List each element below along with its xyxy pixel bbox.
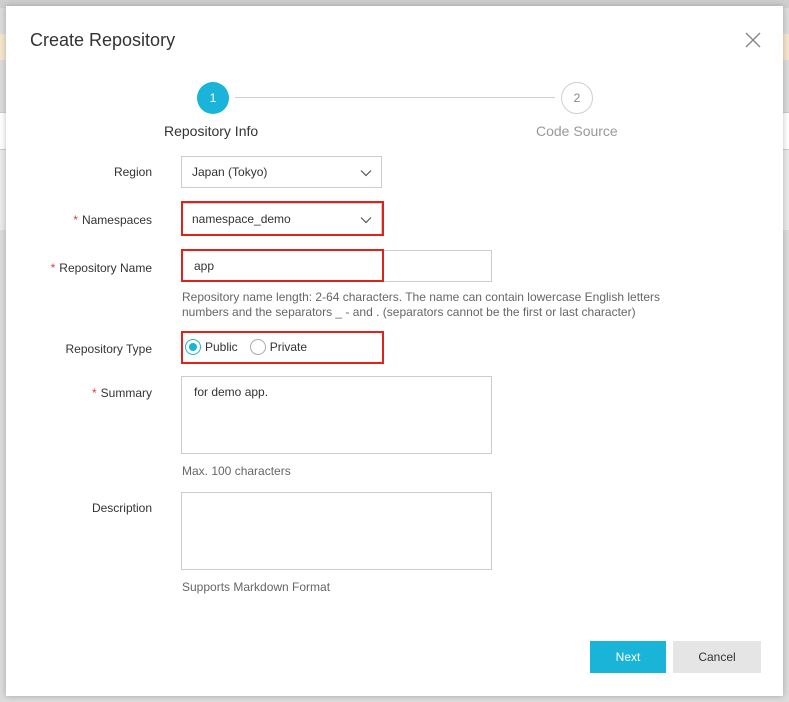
step-1-label: Repository Info — [164, 123, 259, 139]
create-repository-dialog: Create Repository 1 2 Repository Info Co… — [6, 6, 783, 696]
background-panel-right — [783, 150, 789, 230]
next-button[interactable]: Next — [590, 641, 666, 673]
description-help: Supports Markdown Format — [182, 580, 331, 594]
description-label: Description — [91, 501, 152, 515]
repository-name-label: * Repository Name — [50, 261, 152, 275]
chevron-down-icon — [360, 217, 372, 224]
radio-button-public[interactable] — [185, 339, 201, 355]
close-icon — [745, 32, 761, 48]
region-select[interactable]: Japan (Tokyo) — [181, 156, 382, 188]
dialog-title: Create Repository — [30, 30, 176, 50]
namespaces-select[interactable]: namespace_demo — [181, 203, 382, 235]
required-mark: * — [91, 386, 97, 400]
radio-private-label: Private — [269, 340, 308, 354]
summary-help: Max. 100 characters — [182, 464, 291, 478]
step-2-label: Code Source — [536, 123, 618, 139]
repository-type-radio-group: Public Private — [185, 339, 319, 355]
step-1-indicator: 1 — [197, 82, 229, 114]
required-mark: * — [50, 261, 56, 275]
repository-name-help: Repository name length: 2-64 characters.… — [182, 290, 661, 319]
step-connector — [235, 97, 555, 98]
summary-label: * Summary — [91, 386, 152, 400]
region-label: Region — [113, 165, 152, 179]
description-textarea[interactable] — [181, 492, 492, 570]
summary-textarea[interactable]: for demo app. — [181, 376, 492, 454]
repository-type-label: Repository Type — [65, 342, 153, 356]
close-button[interactable] — [743, 30, 763, 50]
required-mark: * — [73, 213, 78, 227]
cancel-button[interactable]: Cancel — [673, 641, 761, 673]
repository-name-value: app — [194, 259, 215, 273]
chevron-down-icon — [360, 170, 372, 177]
radio-public-label: Public — [205, 340, 238, 354]
background-banner-right — [783, 34, 789, 60]
radio-button-private[interactable] — [249, 339, 266, 355]
namespaces-label: * Namespaces — [73, 213, 152, 227]
namespaces-value: namespace_demo — [192, 212, 291, 226]
summary-value: for demo app. — [194, 385, 269, 399]
step-2-indicator: 2 — [561, 82, 593, 114]
radio-public[interactable]: Public — [185, 339, 238, 355]
background-row-right — [783, 112, 789, 150]
radio-private[interactable]: Private — [249, 339, 308, 355]
region-value: Japan (Tokyo) — [192, 165, 268, 179]
repository-name-input[interactable]: app — [181, 250, 492, 282]
